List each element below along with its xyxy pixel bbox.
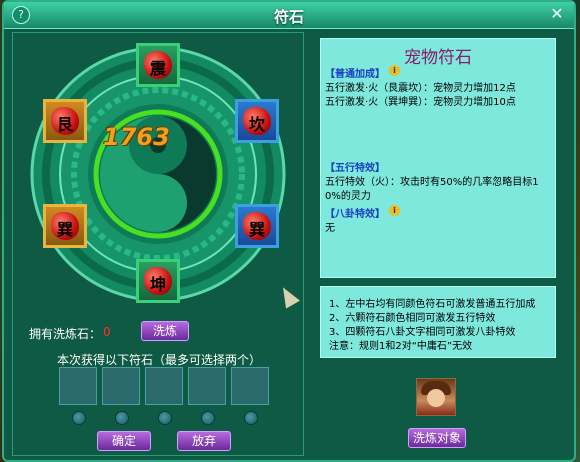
wash-button[interactable]: 洗炼: [141, 321, 189, 341]
rune-slot-4[interactable]: [188, 367, 226, 405]
bagua-effect-value: 无: [325, 223, 335, 234]
rune-tile-label: 坤: [149, 275, 166, 294]
rune-wheel-panel: 震 艮 坎 巽 巽 坤 1763 拥有洗炼石： 0 洗炼 本次获得以下符石（最多…: [12, 32, 304, 456]
wash-stone-count: 0: [103, 325, 111, 339]
bagua-wheel: 震 艮 坎 巽 巽 坤 1763: [23, 39, 293, 309]
pet-portrait[interactable]: [416, 378, 456, 416]
rune-tile-label: 震: [149, 59, 166, 78]
rune-tile-upper-right[interactable]: 坎: [235, 99, 279, 143]
rune-tile-top[interactable]: 震: [136, 43, 180, 87]
rune-tile-label: 巽: [248, 220, 265, 239]
info-icon[interactable]: i: [389, 65, 400, 76]
title-bar: ? 符石 ✕: [4, 2, 574, 29]
effect-line-2: 0%的灵力: [325, 191, 371, 202]
score-number: 1763: [103, 123, 170, 151]
info-icon[interactable]: i: [389, 205, 400, 216]
rune-tile-lower-right[interactable]: 巽: [235, 204, 279, 248]
rune-slot-1[interactable]: [59, 367, 97, 405]
slot-select-radio-1[interactable]: [72, 411, 86, 425]
rune-tile-label: 坎: [248, 115, 265, 134]
rules-panel: 1、左中右均有同颜色符石可激发普通五行加成 2、六颗符石颜色相同可激发五行特效 …: [320, 286, 556, 358]
wash-target-button[interactable]: 洗炼对象: [408, 428, 466, 448]
slot-select-radio-3[interactable]: [158, 411, 172, 425]
rune-tile-label: 艮: [56, 115, 73, 134]
portrait-face: [427, 389, 445, 407]
bonus-line-1: 五行激发·火（艮震坎）：宠物灵力增加12点: [325, 83, 516, 94]
slot-select-radio-2[interactable]: [115, 411, 129, 425]
five-element-effect-heading: 【五行特效】: [325, 163, 385, 174]
effect-line-1: 五行特效（火）：攻击时有50%的几率忽略目标1: [325, 177, 539, 188]
rune-slot-5[interactable]: [231, 367, 269, 405]
rule-2: 2、六颗符石颜色相同可激发五行特效: [329, 313, 496, 324]
rune-tile-label: 巽: [56, 220, 73, 239]
rule-note: 注意：规则1和2对“中庸石”无效: [329, 341, 473, 352]
rune-stone-window: ? 符石 ✕ 震 艮 坎 巽 巽 坤 1763 拥有洗炼石： 0 洗炼 本次获得…: [2, 0, 576, 462]
confirm-button[interactable]: 确定: [97, 431, 151, 451]
rune-slot-3[interactable]: [145, 367, 183, 405]
abandon-button[interactable]: 放弃: [177, 431, 231, 451]
rune-tile-lower-left[interactable]: 巽: [43, 204, 87, 248]
rule-1: 1、左中右均有同颜色符石可激发普通五行加成: [329, 299, 536, 310]
slot-select-radio-5[interactable]: [244, 411, 258, 425]
window-title: 符石: [273, 8, 304, 26]
rune-tile-bottom[interactable]: 坤: [136, 259, 180, 303]
rule-3: 3、四颗符石八卦文字相同可激发八卦特效: [329, 327, 516, 338]
choose-runes-label: 本次获得以下符石（最多可选择两个）: [56, 353, 261, 367]
wash-stone-label: 拥有洗炼石：: [29, 327, 102, 341]
bonus-line-2: 五行激发·火（巽坤巽）：宠物灵力增加10点: [325, 97, 516, 108]
rune-slot-2[interactable]: [102, 367, 140, 405]
bagua-effect-heading: 【八卦特效】: [325, 209, 385, 220]
normal-bonus-heading: 【普通加成】: [325, 69, 385, 80]
rune-tile-upper-left[interactable]: 艮: [43, 99, 87, 143]
close-icon[interactable]: ✕: [548, 5, 566, 23]
slot-select-radio-4[interactable]: [201, 411, 215, 425]
pet-rune-info-panel: 宠物符石 【普通加成】 i 五行激发·火（艮震坎）：宠物灵力增加12点 五行激发…: [320, 38, 556, 278]
